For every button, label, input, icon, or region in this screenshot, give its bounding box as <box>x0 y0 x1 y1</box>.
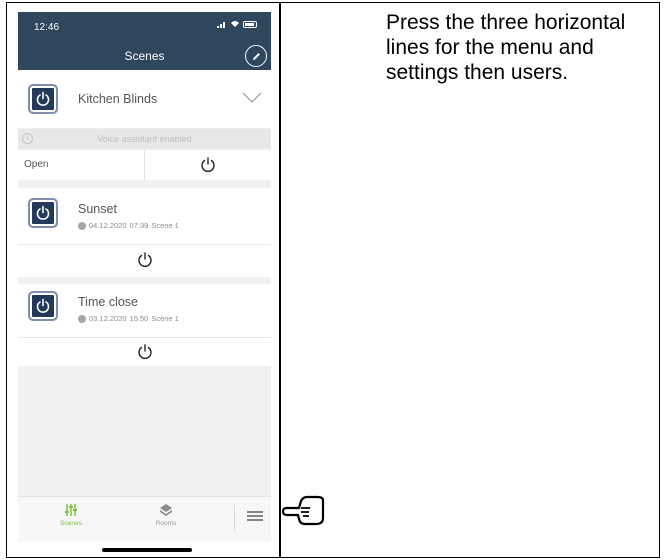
title-bar: Scenes <box>18 42 271 70</box>
status-time: 12:46 <box>34 22 60 33</box>
battery-icon <box>243 20 257 28</box>
signal-icon <box>217 22 225 28</box>
power-icon <box>36 298 50 313</box>
phone-screen: 12:46 Scenes Kitchen Blinds i Voice assi… <box>18 12 271 542</box>
hamburger-menu-icon[interactable] <box>244 507 266 525</box>
status-icons <box>217 20 257 28</box>
home-indicator <box>102 548 192 552</box>
scene-card-time-close[interactable]: Time close 03.12.2020 15:50 Scene 1 <box>18 284 271 338</box>
scene-power-tile[interactable] <box>28 291 58 321</box>
sliders-icon <box>65 504 77 516</box>
scene-card-kitchen-blinds[interactable]: Kitchen Blinds <box>18 70 271 128</box>
nav-divider <box>234 505 235 531</box>
scene-label: Scene 1 <box>151 314 179 323</box>
power-icon <box>36 91 50 106</box>
rooms-icon <box>160 504 172 516</box>
scene-label: Scene 1 <box>151 221 179 230</box>
frame-divider <box>279 2 281 558</box>
power-icon <box>36 205 50 220</box>
nav-rooms-label: Rooms <box>155 520 177 527</box>
nav-scenes-label: Scenes <box>60 520 82 527</box>
scene-name: Kitchen Blinds <box>78 92 158 106</box>
nav-scenes[interactable]: Scenes <box>41 503 101 527</box>
nav-rooms[interactable]: Rooms <box>136 503 196 527</box>
scene-power-tile[interactable] <box>28 198 58 228</box>
scene-card-sunset[interactable]: Sunset 04.12.2020 07:39 Scene 1 <box>18 188 271 246</box>
pointing-hand-icon <box>281 495 325 526</box>
scene-time: 07:39 <box>129 221 149 230</box>
scene-meta: 03.12.2020 15:50 Scene 1 <box>78 314 179 323</box>
scene-name: Time close <box>78 295 138 309</box>
clock-icon <box>78 314 86 323</box>
open-row: Open <box>18 150 271 180</box>
open-row-divider <box>144 150 145 180</box>
scene-name: Sunset <box>78 202 117 216</box>
open-button[interactable]: Open <box>24 159 48 170</box>
power-icon[interactable] <box>136 251 154 269</box>
pencil-icon <box>252 52 260 60</box>
power-icon[interactable] <box>136 343 154 361</box>
power-icon[interactable] <box>199 156 217 174</box>
clock-icon <box>78 221 86 230</box>
scene-date: 03.12.2020 <box>89 314 127 323</box>
page-title: Scenes <box>124 49 165 63</box>
voice-assistant-text: Voice assistant enabled <box>97 134 192 144</box>
instruction-text: Press the three horizontal lines for the… <box>386 11 626 84</box>
scene-date: 04.12.2020 <box>89 221 127 230</box>
scene-action-row <box>18 338 271 366</box>
scene-time: 15:50 <box>129 314 149 323</box>
edit-button[interactable] <box>245 45 267 67</box>
wifi-icon <box>231 21 239 27</box>
status-bar: 12:46 <box>18 12 271 42</box>
bottom-nav: Scenes Rooms <box>18 496 271 542</box>
scene-action-row <box>18 245 271 277</box>
chevron-down-icon[interactable] <box>242 92 262 104</box>
scene-power-tile[interactable] <box>28 84 58 114</box>
voice-assistant-bar: i Voice assistant enabled <box>18 129 271 149</box>
scene-meta: 04.12.2020 07:39 Scene 1 <box>78 221 179 230</box>
